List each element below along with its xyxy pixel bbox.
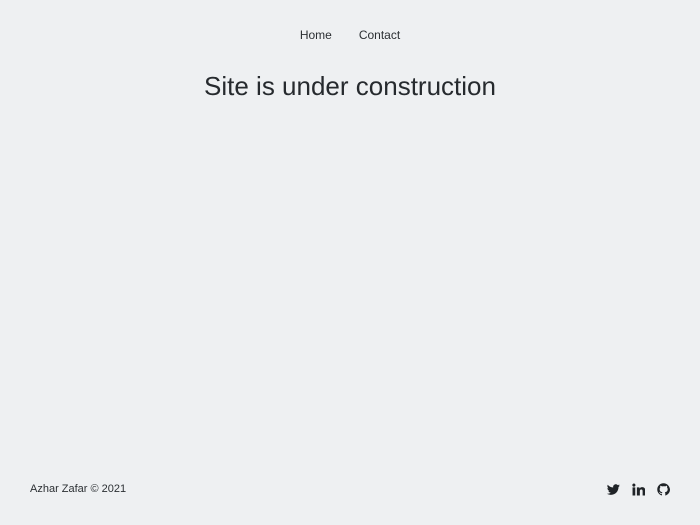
nav-link-home[interactable]: Home [300,27,332,43]
github-icon [657,482,670,495]
page-title: Site is under construction [204,71,496,101]
copyright-text: Azhar Zafar © 2021 [30,483,127,495]
github-link[interactable] [657,482,670,496]
twitter-icon [607,483,620,495]
nav-link-contact[interactable]: Contact [359,27,400,43]
linkedin-link[interactable] [632,483,645,496]
linkedin-icon [632,483,645,495]
top-nav: Home Contact [0,27,700,43]
twitter-link[interactable] [607,483,620,496]
footer: Azhar Zafar © 2021 [30,481,670,497]
social-links [607,482,670,496]
